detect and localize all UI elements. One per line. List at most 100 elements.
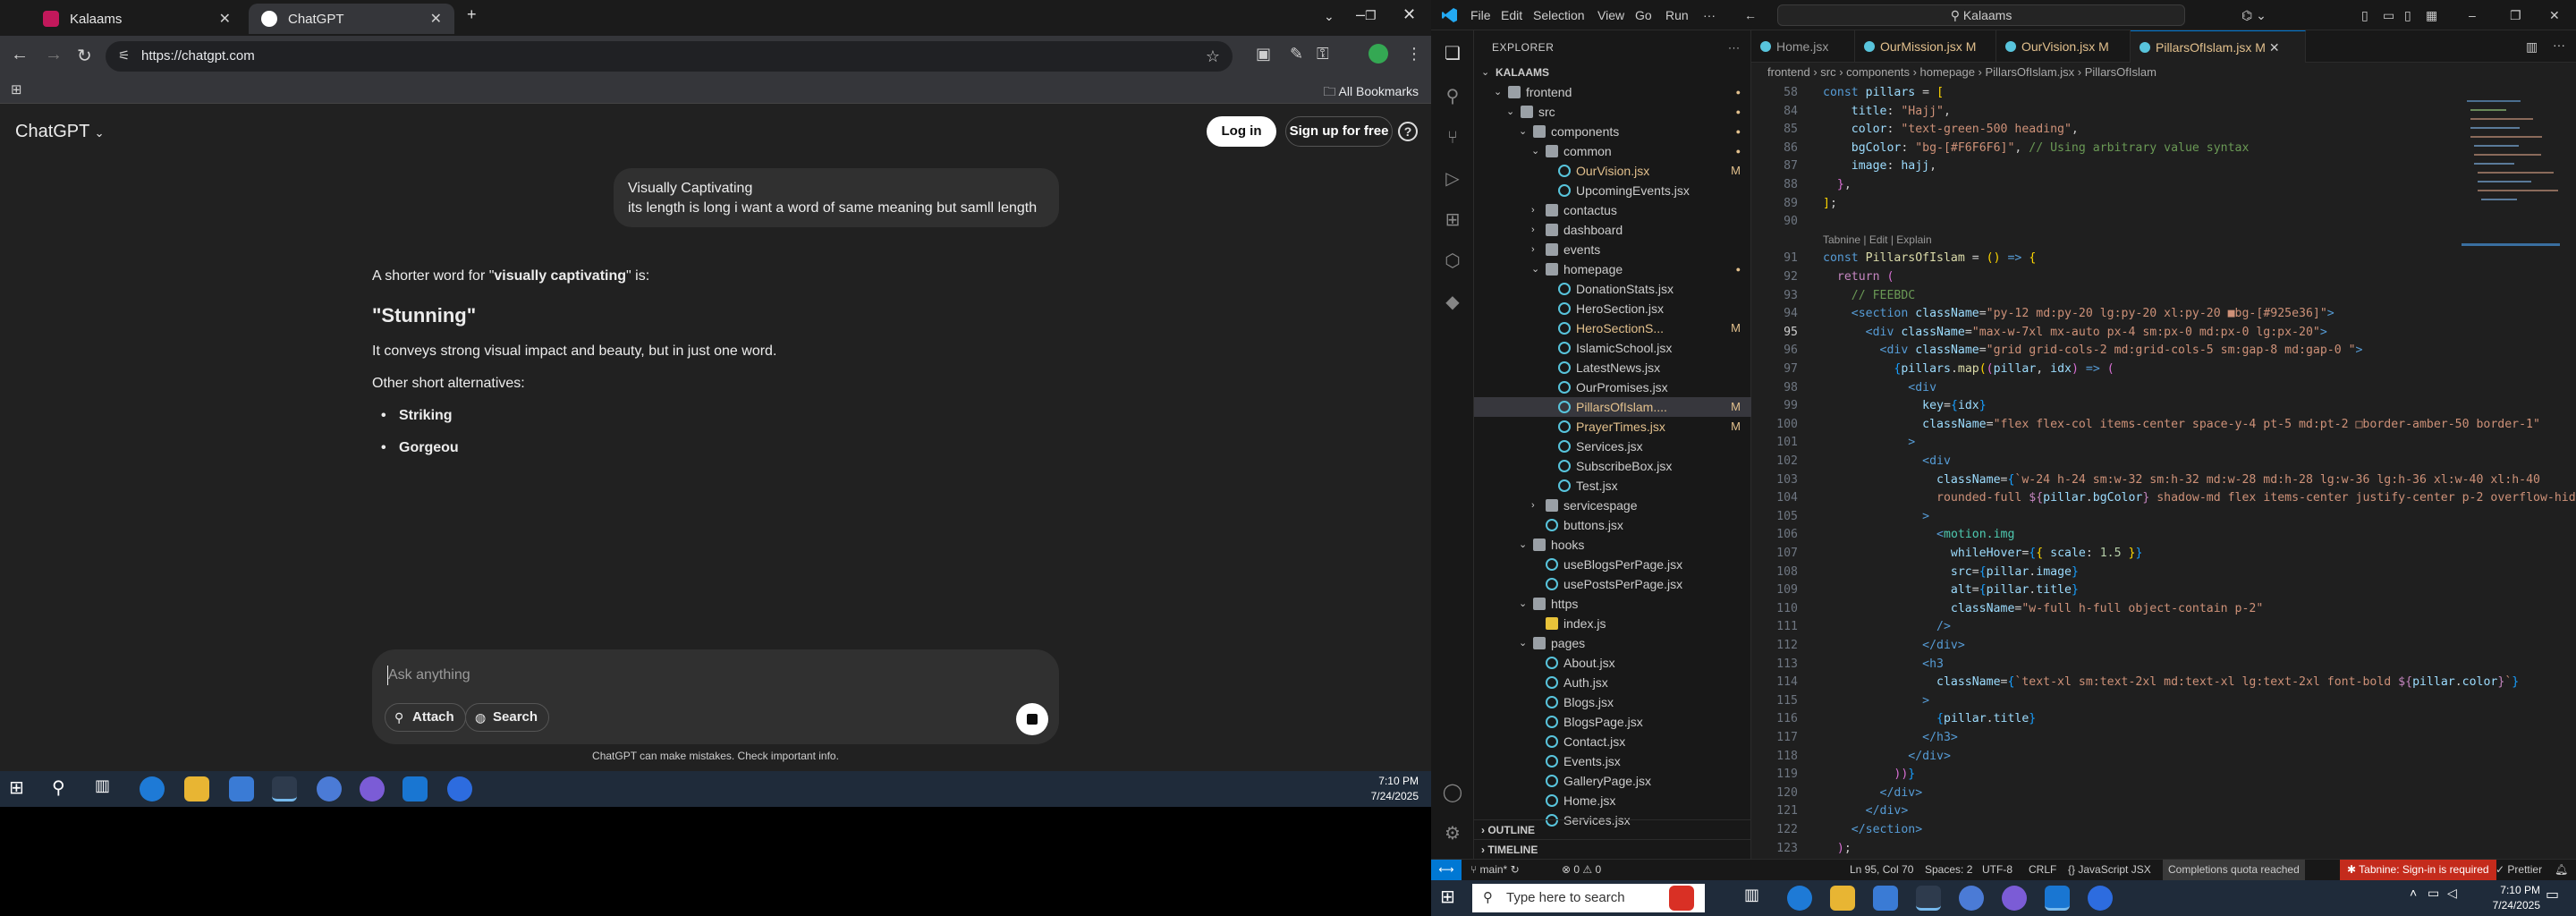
split-editor-icon[interactable]: ▥	[2526, 39, 2538, 55]
tree-folder[interactable]: ⌄ homepage ●	[1474, 259, 1751, 279]
extension-icon[interactable]: ▣	[1256, 45, 1271, 64]
tab-home[interactable]: Home.jsx	[1751, 30, 1855, 63]
command-center-search[interactable]: ⚲ Kalaams	[1777, 4, 2185, 26]
search-icon[interactable]: ⚲	[52, 776, 77, 802]
tree-file[interactable]: Home.jsx	[1474, 791, 1751, 810]
tree-file[interactable]: Services.jsx	[1474, 437, 1751, 456]
chrome-icon[interactable]	[1916, 886, 1941, 911]
tree-folder[interactable]: ⌄ common ●	[1474, 141, 1751, 161]
back-icon[interactable]: ←	[11, 45, 29, 65]
tree-file[interactable]: Contact.jsx	[1474, 732, 1751, 751]
tree-folder[interactable]: › servicespage	[1474, 496, 1751, 515]
github-icon[interactable]	[360, 776, 385, 802]
model-selector[interactable]: ChatGPT ⌄	[15, 122, 104, 142]
profile-avatar[interactable]	[1368, 44, 1388, 64]
restore-window-icon[interactable]: ❐	[1365, 8, 1377, 23]
toggle-secondary-sidebar-icon[interactable]: ▯	[2404, 8, 2411, 23]
tree-file[interactable]: Test.jsx	[1474, 476, 1751, 496]
account-icon[interactable]: ◯	[1442, 782, 1463, 803]
app-icon[interactable]	[1959, 886, 1984, 911]
extension-icon[interactable]: ⚿	[1317, 45, 1329, 64]
more-actions-icon[interactable]: ···	[2553, 38, 2565, 52]
toggle-sidebar-icon[interactable]: ▯	[2361, 8, 2368, 23]
remote-explorer-icon[interactable]: ⬡	[1442, 250, 1463, 272]
prettier-status[interactable]: ✓ Prettier	[2496, 860, 2542, 879]
tree-folder[interactable]: ⌄ components ●	[1474, 122, 1751, 141]
system-clock[interactable]: 7:10 PM 7/24/2025	[1371, 774, 1419, 804]
tree-folder[interactable]: ⌄ KALAAMS	[1474, 63, 1751, 82]
tree-file[interactable]: useBlogsPerPage.jsx	[1474, 555, 1751, 574]
problems-indicator[interactable]: ⊗ 0 ⚠ 0	[1562, 860, 1601, 879]
copilot-icon[interactable]: ⌬ ⌄	[2241, 8, 2267, 23]
menu-selection[interactable]: Selection	[1533, 8, 1585, 22]
taskbar-app-icon[interactable]	[1669, 886, 1694, 911]
pen-icon[interactable]: ✎	[1290, 45, 1303, 64]
close-tab-icon[interactable]: ✕	[2269, 40, 2280, 55]
tree-file[interactable]: GalleryPage.jsx	[1474, 771, 1751, 791]
minimize-icon[interactable]: –	[2469, 8, 2476, 22]
vscode-icon[interactable]	[2045, 886, 2070, 911]
site-info-icon[interactable]: ⚟	[118, 41, 130, 72]
menu-more[interactable]: ···	[1703, 8, 1716, 22]
line-ending[interactable]: CRLF	[2029, 860, 2056, 879]
timeline-section[interactable]: › TIMELINE	[1474, 839, 1751, 859]
edge-icon[interactable]	[140, 776, 165, 802]
tree-file[interactable]: DonationStats.jsx	[1474, 279, 1751, 299]
back-icon[interactable]: ←	[1744, 8, 1757, 22]
tree-file[interactable]: LatestNews.jsx	[1474, 358, 1751, 377]
edge-icon[interactable]	[1787, 886, 1812, 911]
tree-file[interactable]: Events.jsx	[1474, 751, 1751, 771]
tree-file[interactable]: usePostsPerPage.jsx	[1474, 574, 1751, 594]
volume-icon[interactable]: ◁	[2447, 886, 2472, 911]
tree-file[interactable]: UpcomingEvents.jsx	[1474, 181, 1751, 200]
close-window-icon[interactable]: ✕	[2549, 8, 2560, 23]
chrome-icon[interactable]	[272, 776, 297, 802]
tabnine-status[interactable]: ✱ Tabnine: Sign-in is required	[2340, 860, 2496, 880]
tree-file[interactable]: About.jsx	[1474, 653, 1751, 673]
menu-edit[interactable]: Edit	[1501, 8, 1522, 22]
tree-folder[interactable]: › events	[1474, 240, 1751, 259]
close-window-icon[interactable]: ✕	[1402, 5, 1416, 24]
encoding[interactable]: UTF-8	[1982, 860, 2012, 879]
close-tab-icon[interactable]: ✕	[219, 10, 231, 28]
signup-button[interactable]: Sign up for free	[1285, 116, 1393, 147]
attach-button[interactable]: ⚲ Attach	[385, 703, 466, 732]
tree-file[interactable]: PillarsOfIslam.... M	[1474, 397, 1751, 417]
remote-indicator-icon[interactable]: ⟷	[1431, 860, 1462, 880]
prompt-input[interactable]: Ask anything	[388, 667, 470, 683]
completions-status[interactable]: Completions quota reached	[2163, 860, 2305, 880]
windows-start-icon[interactable]: ⊞	[9, 776, 34, 802]
file-explorer-icon[interactable]	[1830, 886, 1855, 911]
task-view-icon[interactable]: ▥	[95, 776, 120, 802]
tree-file[interactable]: BlogsPage.jsx	[1474, 712, 1751, 732]
tab-kalaams[interactable]: Kalaams ✕	[30, 4, 243, 34]
menu-kebab-icon[interactable]: ⋮	[1406, 45, 1422, 64]
store-icon[interactable]	[1873, 886, 1898, 911]
apps-grid-icon[interactable]: ⊞	[11, 81, 22, 98]
tree-file[interactable]: index.js	[1474, 614, 1751, 633]
language-mode[interactable]: {} JavaScript JSX	[2068, 860, 2151, 879]
address-bar[interactable]: ⚟ https://chatgpt.com ☆	[106, 41, 1233, 72]
cursor-position[interactable]: Ln 95, Col 70	[1850, 860, 1913, 879]
gear-icon[interactable]: ⚙	[1442, 823, 1463, 844]
menu-view[interactable]: View	[1597, 8, 1624, 22]
new-tab-icon[interactable]: +	[467, 5, 477, 24]
tree-file[interactable]: HeroSection.jsx	[1474, 299, 1751, 318]
tab-search-icon[interactable]: ⌄	[1324, 9, 1335, 24]
tree-file[interactable]: PrayerTimes.jsx M	[1474, 417, 1751, 437]
toggle-panel-icon[interactable]: ▭	[2383, 8, 2394, 23]
code-editor[interactable]: 58 const pillars = [84 title: "Hajj", 85 c…	[1751, 82, 2576, 859]
more-actions-icon[interactable]: ···	[1728, 41, 1741, 54]
stop-generating-button[interactable]	[1016, 703, 1048, 735]
search-button[interactable]: ◍ Search	[465, 703, 550, 732]
forward-icon[interactable]: →	[45, 45, 63, 65]
tree-file[interactable]: buttons.jsx	[1474, 515, 1751, 535]
bookmark-star-icon[interactable]: ☆	[1206, 41, 1220, 72]
tab-pillarsofislam[interactable]: PillarsOfIslam.jsx M ✕	[2131, 30, 2306, 63]
tree-folder[interactable]: › dashboard	[1474, 220, 1751, 240]
tree-file[interactable]: Blogs.jsx	[1474, 692, 1751, 712]
tab-chatgpt[interactable]: ChatGPT ✕	[249, 4, 454, 34]
zoom-icon[interactable]	[447, 776, 472, 802]
search-icon[interactable]: ⚲	[1442, 86, 1463, 107]
tree-folder[interactable]: › contactus	[1474, 200, 1751, 220]
